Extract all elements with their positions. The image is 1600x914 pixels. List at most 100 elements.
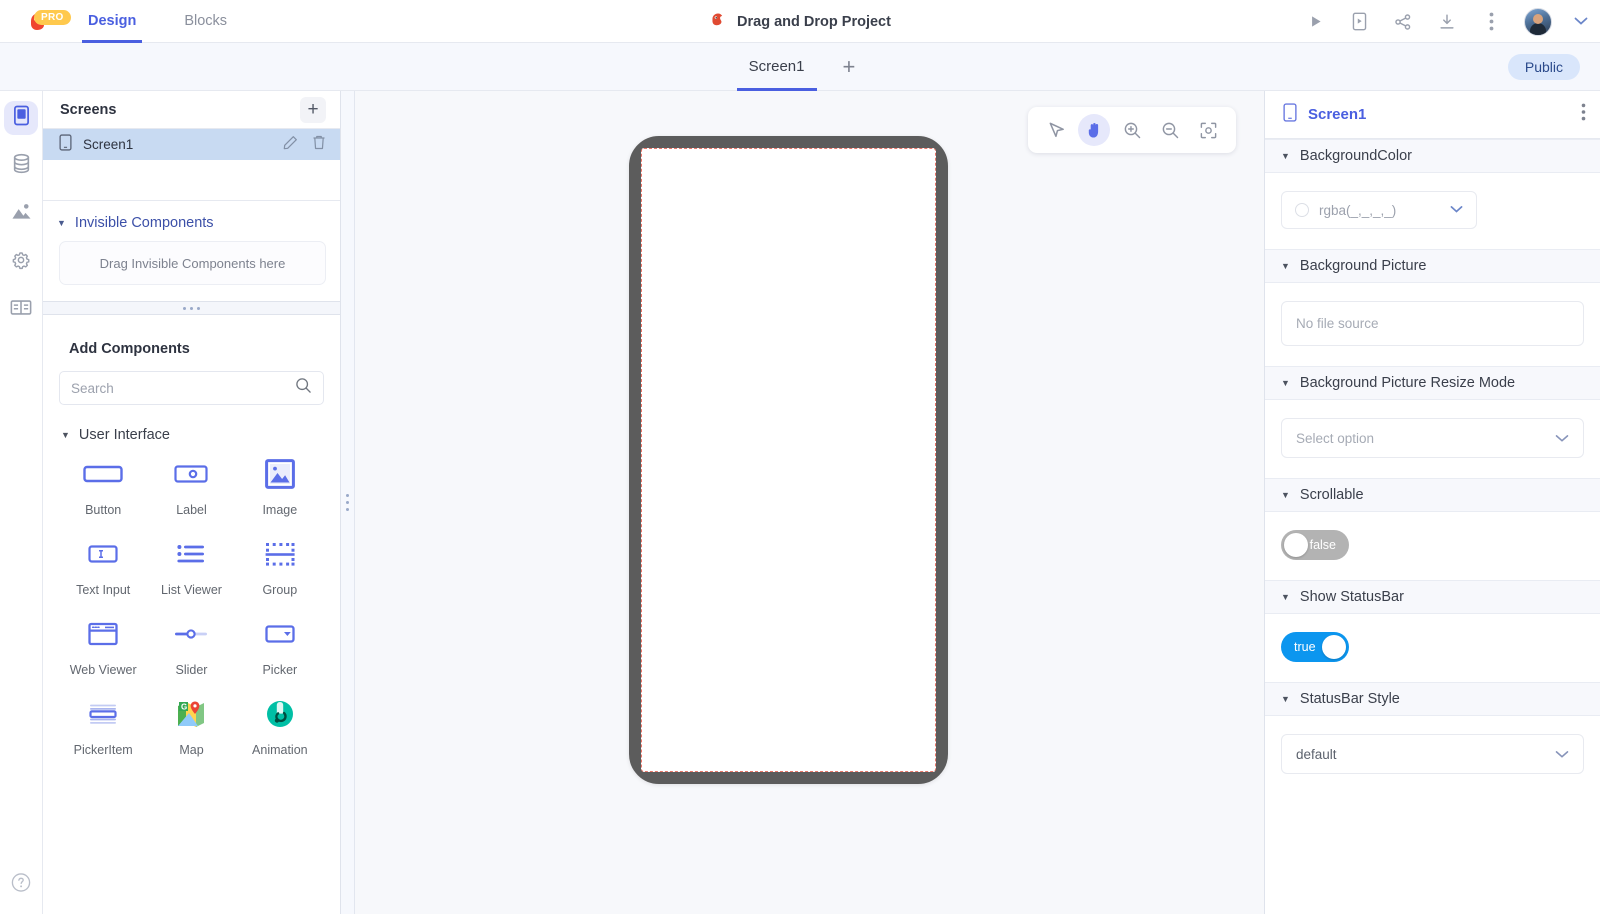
screen-tab-screen1[interactable]: Screen1 — [736, 43, 817, 91]
sidebar-item-designer[interactable] — [4, 101, 38, 135]
property-body-statusbar-style: default — [1265, 716, 1600, 794]
property-body-backgroundcolor: rgba(_,_,_,_) — [1265, 173, 1600, 249]
fit-to-screen-icon[interactable] — [1192, 114, 1224, 146]
panels-icon — [10, 299, 32, 321]
chevron-down-icon[interactable]: ▼ — [1281, 490, 1290, 500]
hand-icon[interactable] — [1078, 114, 1110, 146]
component-web-viewer[interactable]: Web Viewer — [59, 619, 147, 677]
chevron-down-icon[interactable]: ▼ — [1281, 378, 1290, 388]
tab-design[interactable]: Design — [82, 0, 143, 43]
play-icon[interactable] — [1304, 11, 1326, 33]
scrollable-toggle[interactable]: false — [1281, 530, 1349, 560]
phone-preview-frame[interactable] — [629, 136, 948, 784]
statusbar-style-select[interactable]: default — [1281, 734, 1584, 774]
phone-preview-icon[interactable] — [1348, 11, 1370, 33]
color-swatch — [1295, 203, 1309, 217]
component-label: Animation — [252, 743, 308, 757]
chevron-down-icon[interactable] — [1555, 747, 1569, 762]
invisible-components-dropzone[interactable]: Drag Invisible Components here — [59, 241, 326, 285]
component-button[interactable]: Button — [59, 459, 147, 517]
panel-resize-handle[interactable] — [43, 301, 340, 315]
zoom-out-icon[interactable] — [1154, 114, 1186, 146]
chevron-down-icon[interactable]: ▼ — [1281, 694, 1290, 704]
add-screen-tab-button[interactable]: + — [843, 55, 856, 78]
background-picture-field[interactable]: No file source — [1281, 301, 1584, 346]
component-label: Group — [262, 583, 298, 597]
property-section-background-picture[interactable]: ▼ Background Picture — [1265, 249, 1600, 283]
component-image[interactable]: Image — [236, 459, 324, 517]
property-section-scrollable[interactable]: ▼ Scrollable — [1265, 478, 1600, 512]
component-picker[interactable]: Picker — [236, 619, 324, 677]
component-label: Text Input — [76, 583, 131, 597]
group-header-user-interface[interactable]: ▼ User Interface — [61, 427, 324, 443]
chevron-down-icon[interactable]: ▼ — [1281, 261, 1290, 271]
download-icon[interactable] — [1436, 11, 1458, 33]
screens-title: Screens — [60, 101, 117, 118]
property-section-backgroundcolor[interactable]: ▼ BackgroundColor — [1265, 139, 1600, 173]
main-tabs: Design Blocks — [82, 0, 269, 43]
sidebar-item-settings[interactable] — [4, 245, 38, 279]
component-list-viewer[interactable]: List Viewer — [147, 539, 235, 597]
brand-logo[interactable]: PRO — [0, 8, 72, 34]
chevron-down-icon[interactable]: ▼ — [61, 430, 70, 440]
gear-icon — [11, 250, 31, 275]
left-panel-resize-handle[interactable] — [341, 91, 355, 914]
component-label: Slider — [175, 663, 208, 677]
sidebar-item-assets[interactable] — [4, 197, 38, 231]
component-group[interactable]: Group — [236, 539, 324, 597]
kebab-menu-icon[interactable] — [1581, 103, 1586, 126]
text-input-icon — [88, 539, 118, 569]
property-body-show-statusbar: true — [1265, 614, 1600, 682]
tab-blocks[interactable]: Blocks — [178, 0, 233, 43]
chevron-down-icon[interactable]: ▼ — [1281, 592, 1290, 602]
component-animation[interactable]: Animation — [236, 699, 324, 757]
search-icon[interactable] — [295, 377, 312, 399]
component-picker-item[interactable]: PickerItem — [59, 699, 147, 757]
phone-screen-area[interactable] — [641, 148, 936, 772]
chevron-down-icon[interactable]: ▼ — [57, 218, 66, 228]
property-section-resize-mode[interactable]: ▼ Background Picture Resize Mode — [1265, 366, 1600, 400]
list-item[interactable]: Screen1 — [43, 129, 340, 160]
trash-icon[interactable] — [312, 135, 326, 155]
cursor-arrow-icon[interactable] — [1040, 114, 1072, 146]
background-color-field[interactable]: rgba(_,_,_,_) — [1281, 191, 1477, 229]
sidebar-item-layouts[interactable] — [4, 293, 38, 327]
list-viewer-icon — [177, 539, 205, 569]
share-icon[interactable] — [1392, 11, 1414, 33]
kebab-menu-icon[interactable] — [1480, 11, 1502, 33]
property-body-background-picture: No file source — [1265, 283, 1600, 366]
status-badge[interactable]: Public — [1507, 53, 1580, 80]
property-label: StatusBar Style — [1299, 691, 1400, 707]
phone-icon — [1283, 102, 1297, 127]
property-section-statusbar-style[interactable]: ▼ StatusBar Style — [1265, 682, 1600, 716]
help-circle-icon[interactable] — [11, 872, 32, 898]
resize-mode-select[interactable]: Select option — [1281, 418, 1584, 458]
chevron-down-icon[interactable]: ▼ — [1281, 151, 1290, 161]
component-label: Picker — [262, 663, 298, 677]
add-screen-button[interactable]: + — [300, 96, 326, 123]
property-section-show-statusbar[interactable]: ▼ Show StatusBar — [1265, 580, 1600, 614]
pro-badge: PRO — [34, 10, 71, 25]
sidebar-item-database[interactable] — [4, 149, 38, 183]
zoom-in-icon[interactable] — [1116, 114, 1148, 146]
chevron-down-icon[interactable] — [1450, 203, 1463, 217]
component-map[interactable]: G Map — [147, 699, 235, 757]
picker-item-icon — [88, 699, 118, 729]
component-slider[interactable]: Slider — [147, 619, 235, 677]
component-label: Web Viewer — [69, 663, 137, 677]
show-statusbar-toggle[interactable]: true — [1281, 632, 1349, 662]
slider-icon — [174, 619, 208, 649]
pencil-icon[interactable] — [283, 135, 298, 155]
chevron-down-icon[interactable] — [1555, 431, 1569, 446]
component-text-input[interactable]: Text Input — [59, 539, 147, 597]
web-viewer-icon — [88, 619, 118, 649]
avatar[interactable] — [1524, 7, 1552, 36]
search-input[interactable] — [71, 380, 295, 396]
component-label[interactable]: Label — [147, 459, 235, 517]
design-canvas[interactable] — [355, 91, 1264, 914]
component-label: PickerItem — [73, 743, 133, 757]
chevron-down-icon[interactable] — [1574, 14, 1588, 29]
invisible-components-header[interactable]: ▼ Invisible Components — [43, 201, 340, 241]
search-box[interactable] — [59, 371, 324, 405]
properties-title: Screen1 — [1308, 106, 1367, 123]
